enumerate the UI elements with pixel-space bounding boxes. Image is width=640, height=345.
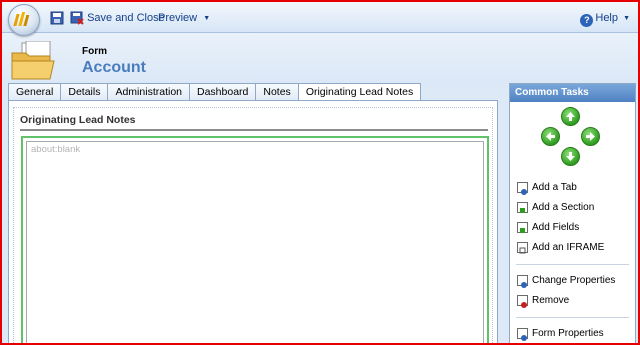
change-properties-icon [517, 275, 528, 288]
arrow-left-icon [546, 132, 555, 141]
remove-link[interactable]: Remove [510, 291, 635, 311]
form-properties-icon [517, 328, 528, 341]
add-iframe-icon [517, 242, 528, 254]
arrow-down-icon [566, 152, 575, 161]
tab-administration[interactable]: Administration [107, 83, 189, 101]
task-list: Add a Tab Add a Section Add Fields Add a… [510, 178, 635, 343]
add-section-icon [517, 202, 528, 213]
add-tab-icon [517, 182, 528, 195]
move-right-button[interactable] [581, 127, 600, 146]
app-orb-button[interactable] [8, 4, 40, 36]
chevron-down-icon: ▼ [203, 15, 211, 22]
save-button[interactable] [50, 10, 64, 26]
arrow-right-icon [586, 132, 595, 141]
tab-content-panel: Originating Lead Notes about:blank [8, 100, 498, 343]
section-title: Originating Lead Notes [20, 114, 136, 126]
task-label: Add an IFRAME [532, 242, 605, 253]
add-fields-icon [517, 222, 528, 233]
move-left-button[interactable] [541, 127, 560, 146]
section-divider [20, 129, 488, 131]
change-properties-link[interactable]: Change Properties [510, 271, 635, 291]
save-and-close-label: Save and Close [87, 12, 165, 24]
remove-icon [517, 295, 528, 308]
toolbar: Save and Close Preview ▼ ? Help ▼ [2, 2, 638, 36]
help-menu[interactable]: ? Help ▼ [580, 10, 630, 27]
task-label: Form Properties [532, 328, 604, 339]
move-arrows [541, 107, 601, 167]
form-properties-link[interactable]: Form Properties [510, 324, 635, 343]
add-fields-link[interactable]: Add Fields [510, 218, 635, 238]
entity-type-label: Form [82, 46, 107, 57]
tab-general[interactable]: General [8, 83, 61, 101]
form-section[interactable]: Originating Lead Notes about:blank [13, 107, 493, 343]
task-label: Change Properties [532, 275, 616, 286]
task-label: Add a Section [532, 202, 595, 213]
window-frame: Save and Close Preview ▼ ? Help ▼ Form Ac… [0, 0, 640, 345]
task-separator [516, 317, 629, 318]
add-a-section-link[interactable]: Add a Section [510, 198, 635, 218]
move-down-button[interactable] [561, 147, 580, 166]
add-an-iframe-link[interactable]: Add an IFRAME [510, 238, 635, 258]
preview-menu[interactable]: Preview ▼ [158, 10, 210, 26]
tab-details[interactable]: Details [60, 83, 108, 101]
form-header: Form Account [2, 33, 638, 85]
task-separator [516, 264, 629, 265]
tab-dashboard[interactable]: Dashboard [189, 83, 256, 101]
add-a-tab-link[interactable]: Add a Tab [510, 178, 635, 198]
save-close-icon [70, 11, 84, 25]
form-tabs: General Details Administration Dashboard… [8, 83, 422, 101]
save-and-close-button[interactable]: Save and Close [70, 10, 165, 26]
task-label: Remove [532, 295, 570, 306]
common-tasks-panel: Common Tasks Add a Tab Add a Section Add… [509, 83, 636, 343]
common-tasks-title: Common Tasks [510, 84, 635, 102]
tab-notes[interactable]: Notes [255, 83, 298, 101]
preview-label: Preview [158, 12, 198, 24]
task-label: Add a Tab [532, 182, 577, 193]
arrow-up-icon [566, 112, 575, 121]
tab-originating-lead-notes[interactable]: Originating Lead Notes [297, 83, 422, 101]
iframe-viewport: about:blank [26, 141, 484, 343]
iframe-url-text: about:blank [31, 144, 81, 155]
floppy-disk-icon [50, 11, 64, 25]
iframe-control[interactable]: about:blank [21, 136, 489, 343]
move-up-button[interactable] [561, 107, 580, 126]
help-label: Help [595, 12, 618, 24]
dynamics-logo-icon [13, 12, 30, 26]
help-icon: ? [580, 14, 594, 27]
folder-icon [11, 41, 55, 80]
entity-name-title: Account [82, 59, 146, 76]
chevron-down-icon: ▼ [623, 15, 630, 22]
task-label: Add Fields [532, 222, 580, 233]
